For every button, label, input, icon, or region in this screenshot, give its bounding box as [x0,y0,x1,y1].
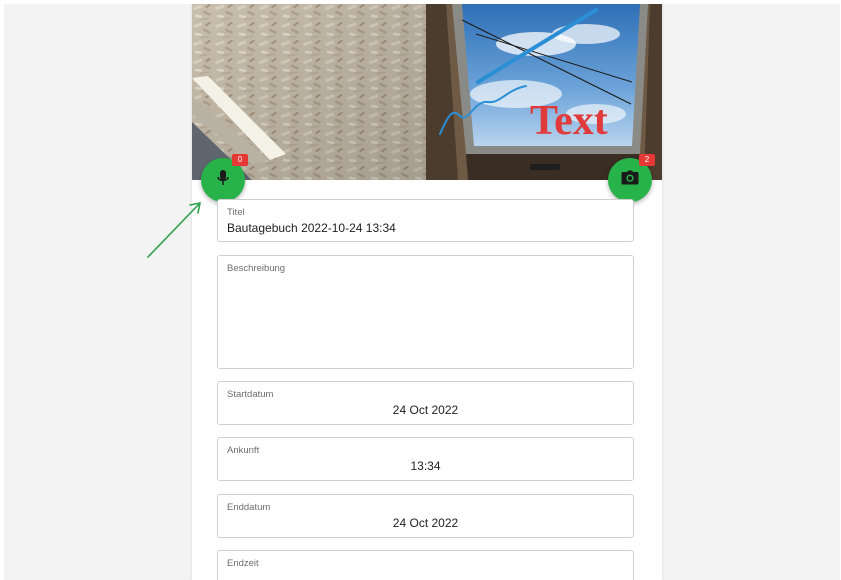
description-label: Beschreibung [227,263,286,274]
end-time-field[interactable]: Endzeit [217,550,634,580]
end-date-label: Enddatum [227,502,271,513]
ceiling-photo[interactable] [192,4,426,180]
end-time-label: Endzeit [227,558,259,569]
take-photo-button[interactable]: 2 [608,154,655,202]
description-field[interactable]: Beschreibung [217,255,634,369]
camera-icon [621,170,639,190]
start-date-field[interactable]: Startdatum 24 Oct 2022 [217,381,634,425]
title-field[interactable]: Titel Bautagebuch 2022-10-24 13:34 [217,199,634,242]
photo-strip: Text [192,4,662,180]
end-date-value: 24 Oct 2022 [392,516,459,530]
end-date-field[interactable]: Enddatum 24 Oct 2022 [217,494,634,538]
title-label: Titel [227,207,245,218]
record-audio-button[interactable]: 0 [201,154,248,202]
arrival-label: Ankunft [227,445,260,456]
start-date-value: 24 Oct 2022 [392,403,459,417]
screen-background: Text 0 2 Titel Bautagebuch 2022-10-24 13… [4,4,840,580]
audio-count-badge: 0 [232,154,248,166]
title-value: Bautagebuch 2022-10-24 13:34 [227,221,396,235]
photo-count-badge: 2 [639,154,655,166]
arrival-value: 13:34 [410,459,441,473]
photo-annotation-text: Text [530,98,608,144]
skylight-photo[interactable]: Text [426,4,662,180]
start-date-label: Startdatum [227,389,274,400]
microphone-icon [216,169,230,192]
app-panel: Text 0 2 Titel Bautagebuch 2022-10-24 13… [192,4,662,580]
arrival-field[interactable]: Ankunft 13:34 [217,437,634,481]
